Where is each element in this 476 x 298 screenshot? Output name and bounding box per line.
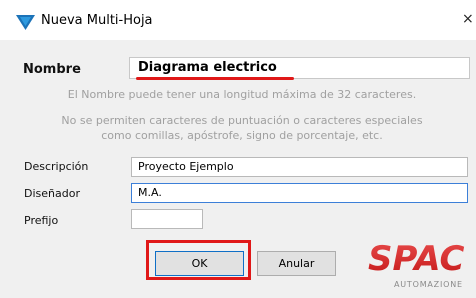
red-underline-annotation xyxy=(136,77,294,80)
nombre-label: Nombre xyxy=(23,62,81,77)
disenador-input[interactable]: M.A. xyxy=(131,183,468,203)
characters-hint-line2: como comillas, apóstrofe, signo de porce… xyxy=(101,129,383,142)
close-button[interactable]: × xyxy=(462,11,474,27)
title-bar: Nueva Multi-Hoja × xyxy=(0,0,476,40)
down-triangle-logo-icon xyxy=(16,15,35,30)
prefijo-label: Prefijo xyxy=(24,214,59,227)
descripcion-label: Descripción xyxy=(24,160,89,173)
spac-logo-tagline: AUTOMAZIONE xyxy=(394,280,463,289)
nombre-input[interactable]: Diagrama electrico xyxy=(129,57,470,79)
characters-hint-line1: No se permiten caracteres de puntuación … xyxy=(61,114,423,127)
anular-button[interactable]: Anular xyxy=(257,251,336,276)
ok-button[interactable]: OK xyxy=(155,251,244,276)
spac-logo: SPAC AUTOMAZIONE xyxy=(368,239,465,289)
characters-hint: No se permiten caracteres de puntuación … xyxy=(20,113,464,143)
disenador-label: Diseñador xyxy=(24,187,80,200)
prefijo-input[interactable] xyxy=(131,209,203,229)
dialog-window: Nueva Multi-Hoja × Nombre Diagrama elect… xyxy=(0,0,476,298)
spac-logo-brand: SPAC xyxy=(368,239,465,279)
window-title: Nueva Multi-Hoja xyxy=(41,13,153,28)
descripcion-input[interactable]: Proyecto Ejemplo xyxy=(131,157,468,177)
length-hint: El Nombre puede tener una longitud máxim… xyxy=(67,88,417,101)
dialog-body: Nombre Diagrama electrico El Nombre pued… xyxy=(0,40,476,298)
